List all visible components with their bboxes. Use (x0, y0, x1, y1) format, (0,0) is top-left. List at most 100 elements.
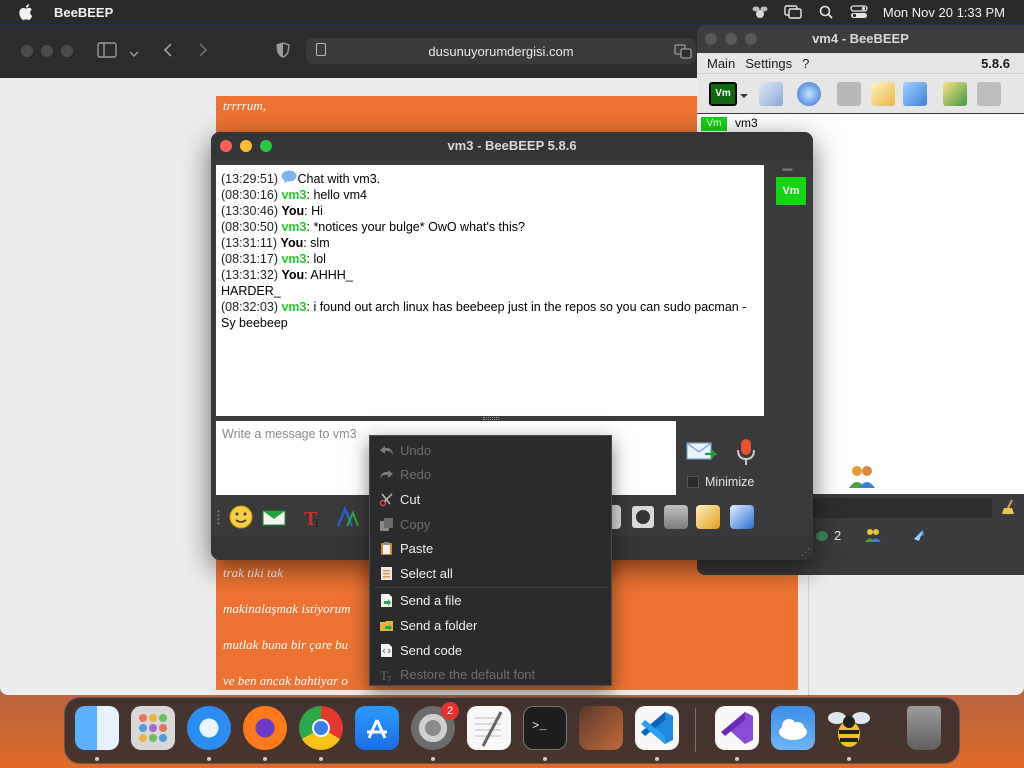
screen-mirroring-icon[interactable] (784, 4, 802, 20)
app-store-icon[interactable] (355, 706, 399, 750)
context-menu-item-redo: Redo (370, 463, 611, 488)
running-indicator (655, 757, 659, 761)
context-menu-item-cut[interactable]: Cut (370, 487, 611, 512)
zoom-button[interactable] (745, 33, 757, 45)
context-menu-item-send-a-file[interactable]: Send a file (370, 589, 611, 614)
spotlight-search-icon[interactable] (817, 4, 835, 20)
context-menu-item-paste[interactable]: Paste (370, 536, 611, 561)
chevron-down-icon[interactable] (739, 88, 749, 98)
article-line: makinalaşmak istiyorum (223, 601, 351, 616)
context-menu-item-select-all[interactable]: Select all (370, 561, 611, 586)
beebeep-icon[interactable] (827, 706, 871, 750)
chevron-down-icon[interactable] (129, 45, 139, 63)
minimize-checkbox[interactable]: Minimize (687, 475, 754, 489)
address-text: dusunuyorumdergisi.com (428, 43, 574, 59)
context-menu-label: Select all (400, 565, 453, 581)
beebeep-status-icon[interactable] (751, 4, 769, 20)
resize-grip-icon[interactable]: ⋰ (801, 547, 810, 558)
user-avatar[interactable]: Vm (701, 117, 727, 131)
message-timestamp: (08:31:17) (221, 252, 278, 266)
clear-chat-icon[interactable] (664, 505, 688, 529)
active-app-name[interactable]: BeeBEEP (54, 5, 113, 20)
send-message-icon[interactable] (685, 439, 718, 468)
vscode-icon[interactable] (635, 706, 679, 750)
privacy-shield-icon[interactable] (276, 42, 290, 63)
user-avatar-icon[interactable]: Vm (709, 82, 737, 106)
send-email-icon[interactable] (262, 505, 286, 529)
chat-message: (08:31:17) vm3: lol (221, 251, 759, 267)
minimize-button[interactable] (725, 33, 737, 45)
translate-icon[interactable] (674, 43, 692, 64)
close-button[interactable] (220, 140, 232, 152)
font-icon[interactable]: TT (302, 505, 326, 530)
garageband-icon[interactable] (579, 706, 623, 750)
chrome-icon[interactable] (299, 706, 343, 750)
firefox-icon[interactable] (243, 706, 287, 750)
minimize-label: Minimize (705, 475, 755, 489)
folder-icon (379, 618, 394, 633)
message-timestamp: (13:30:46) (221, 204, 278, 218)
message-timestamp: (08:30:16) (221, 188, 278, 202)
edit-profile-icon[interactable] (759, 82, 783, 106)
minimize-button[interactable] (240, 140, 252, 152)
address-bar[interactable]: dusunuyorumdergisi.com (306, 38, 696, 64)
context-menu-label: Copy (400, 516, 431, 532)
record-icon[interactable] (631, 505, 655, 529)
online-count[interactable]: 2 (815, 528, 841, 543)
apple-icon[interactable] (19, 4, 35, 20)
offline-box-icon[interactable] (837, 82, 861, 106)
menu-bar-clock[interactable]: Mon Nov 20 1:33 PM (883, 5, 1005, 20)
message-icon[interactable] (871, 82, 895, 106)
textedit-icon[interactable] (467, 706, 511, 750)
member-avatar[interactable]: Vm (776, 177, 806, 205)
finder-icon[interactable] (75, 706, 119, 750)
trash-icon[interactable] (977, 82, 1001, 106)
back-icon[interactable] (163, 42, 173, 63)
svg-text:>_: >_ (532, 719, 547, 733)
chat-message: (08:30:16) vm3: hello vm4 (221, 187, 759, 203)
svg-text:T: T (313, 516, 321, 529)
trash-icon[interactable] (907, 706, 941, 750)
minimize-button[interactable] (41, 45, 53, 57)
broadcast-icon[interactable] (797, 82, 821, 106)
chat-settings-icon[interactable] (730, 505, 754, 529)
splitter-handle[interactable] (483, 417, 499, 420)
zoom-button[interactable] (61, 45, 73, 57)
weather-icon[interactable] (771, 706, 815, 750)
clear-broom-icon[interactable] (1002, 499, 1016, 518)
running-indicator (95, 757, 99, 761)
voice-message-icon[interactable] (735, 437, 757, 470)
font-color-icon[interactable] (335, 505, 359, 529)
save-chat-icon[interactable] (696, 505, 720, 529)
context-menu-item-send-code[interactable]: Send code (370, 638, 611, 663)
vm4-title-bar[interactable]: vm4 - BeeBEEP (697, 25, 1024, 53)
checkbox[interactable] (687, 476, 699, 488)
download-folder-icon[interactable] (943, 82, 967, 106)
search-field[interactable] (812, 498, 992, 518)
network-icon[interactable] (903, 82, 927, 106)
context-menu-item-send-a-folder[interactable]: Send a folder (370, 613, 611, 638)
menu-settings[interactable]: Settings (745, 56, 792, 71)
reader-icon[interactable] (316, 43, 326, 56)
menu-help[interactable]: ? (802, 56, 809, 71)
message-sender: vm3 (281, 300, 307, 314)
safari-icon[interactable] (187, 706, 231, 750)
sidebar-toggle-icon[interactable] (97, 42, 117, 63)
zoom-button[interactable] (260, 140, 272, 152)
launchpad-icon[interactable] (131, 706, 175, 750)
visual-studio-icon[interactable] (715, 706, 759, 750)
chat-title-bar[interactable]: vm3 - BeeBEEP 5.8.6 (211, 132, 813, 160)
share-icon[interactable] (911, 527, 927, 546)
terminal-icon[interactable]: >_ (523, 706, 567, 750)
groups-icon[interactable] (865, 527, 881, 546)
emoticon-icon[interactable] (229, 505, 253, 529)
menu-main[interactable]: Main (707, 56, 735, 71)
close-button[interactable] (21, 45, 33, 57)
user-name[interactable]: vm3 (735, 116, 758, 130)
drag-handle[interactable]: •••• (782, 165, 793, 176)
close-button[interactable] (705, 33, 717, 45)
forward-icon[interactable] (198, 42, 208, 63)
toolbar-grip[interactable]: • • • • (217, 508, 220, 528)
control-center-icon[interactable] (850, 4, 868, 20)
chat-log[interactable]: (13:29:51) Chat with vm3. (08:30:16) vm3:… (216, 165, 764, 416)
